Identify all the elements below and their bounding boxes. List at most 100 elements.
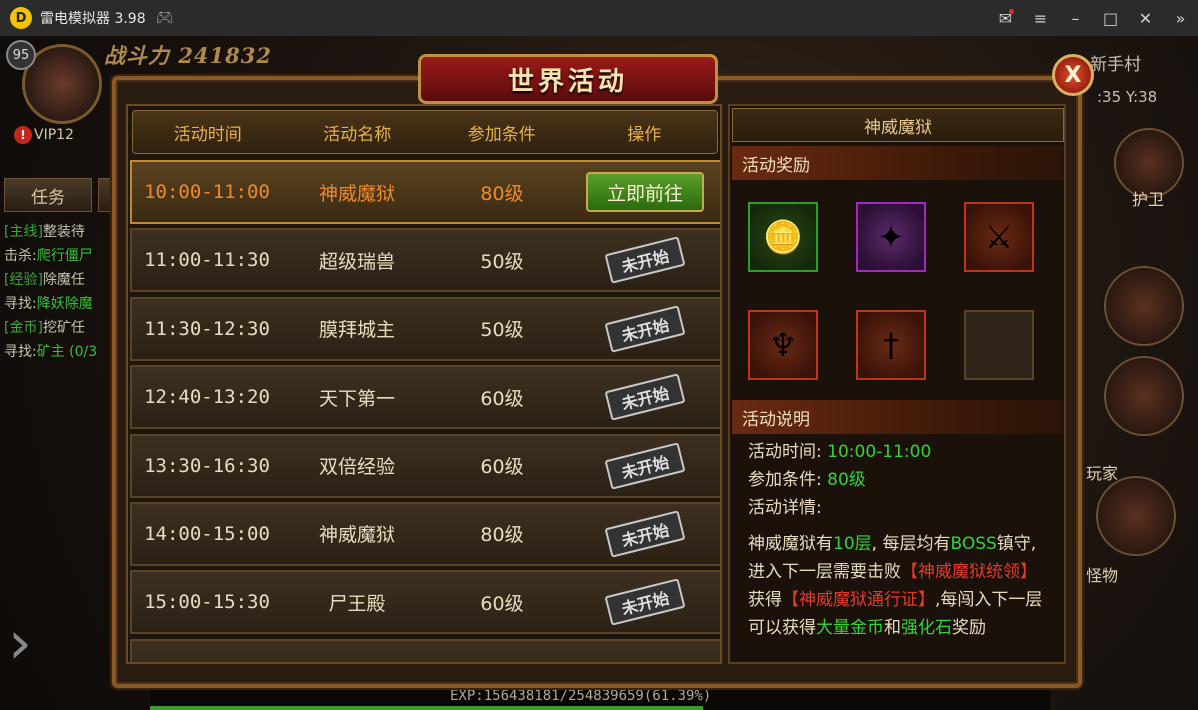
monster-label[interactable]: 怪物 xyxy=(1086,562,1118,586)
quest-line[interactable]: [金币]挖矿任 xyxy=(4,316,120,340)
activity-list-panel: 活动时间 活动名称 参加条件 操作 10:00-11:00 神威魔狱 80级 立… xyxy=(126,104,722,664)
vip-label: VIP12 xyxy=(34,127,74,143)
row-condition: 60级 xyxy=(480,456,524,479)
row-condition: 60级 xyxy=(480,592,524,615)
row-time: 10:00-11:00 xyxy=(144,181,270,203)
row-action: 未开始 xyxy=(572,578,718,627)
alert-icon: ! xyxy=(14,126,32,144)
quest-line[interactable]: 寻找:矿主 (0/3 xyxy=(4,340,120,364)
quest-text: 挖矿任 xyxy=(42,320,85,336)
activity-row[interactable]: 11:00-11:30 超级瑞兽 50级 未开始 xyxy=(130,228,720,293)
skill-slot-2[interactable] xyxy=(1104,356,1184,436)
activity-detail-panel: 神威魔狱 活动奖励 🪙 ✦ ⚔ ♆ † 活动说明 活动时间: 10:00-11:… xyxy=(728,104,1066,664)
reward-section-header: 活动奖励 xyxy=(732,146,1064,180)
row-action: 未开始 xyxy=(572,373,718,421)
row-condition: 50级 xyxy=(480,250,524,273)
header-operation: 操作 xyxy=(627,124,662,145)
quest-tag: [经验] xyxy=(4,272,43,288)
desc-part: 获得 xyxy=(748,590,782,610)
gem-item-icon[interactable]: ✦ xyxy=(856,202,926,272)
activity-row[interactable]: 15:00-15:30 尸王殿 60级 未开始 xyxy=(130,570,720,635)
expand-sidebar-icon[interactable]: » xyxy=(1163,0,1198,36)
row-name: 膜拜城主 xyxy=(318,319,395,342)
quest-tag: [金币] xyxy=(4,320,43,336)
skill-slot-1[interactable] xyxy=(1104,266,1184,346)
desc-part: BOSS xyxy=(950,534,997,554)
quest-tracker: [主线]整装待 击杀:爬行僵尸 [经验]除魔任 寻找:降妖除魔 [金币]挖矿任 … xyxy=(4,220,120,364)
activity-row[interactable]: 10:00-11:00 神威魔狱 80级 立即前往 xyxy=(130,160,720,224)
quest-line[interactable]: 击杀:爬行僵尸 xyxy=(4,244,120,268)
activity-description: 神威魔狱有10层, 每层均有BOSS镇守, 进入下一层需要击败【神威魔狱统领】获… xyxy=(748,530,1044,642)
not-started-stamp: 未开始 xyxy=(604,510,686,558)
header-name: 活动名称 xyxy=(323,124,392,145)
quest-tag: 寻找: xyxy=(4,296,37,312)
player-level-badge: 95 xyxy=(6,40,36,70)
maximize-icon[interactable]: □ xyxy=(1093,0,1128,36)
minimize-icon[interactable]: – xyxy=(1058,0,1093,36)
row-action: 未开始 xyxy=(572,510,718,558)
quest-tag: 击杀: xyxy=(4,248,37,264)
chevron-right-icon[interactable]: › xyxy=(8,608,48,678)
detail-title: 神威魔狱 xyxy=(732,108,1064,142)
quest-text: 爬行僵尸 xyxy=(36,248,93,264)
desc-part: 10层 xyxy=(833,534,872,554)
row-name: 超级瑞兽 xyxy=(318,250,395,273)
activity-row[interactable]: 13:30-16:30 双倍经验 60级 未开始 xyxy=(130,433,720,498)
header-condition: 参加条件 xyxy=(467,124,536,145)
task-tab[interactable]: 任务 xyxy=(4,178,92,212)
quest-text: 矿主 (0/3 xyxy=(36,344,98,360)
close-window-icon[interactable]: ✕ xyxy=(1128,0,1163,36)
map-name: 新手村 xyxy=(1090,55,1141,75)
row-time: 15:00-15:30 xyxy=(144,591,270,614)
skill-slot-3[interactable] xyxy=(1096,476,1176,556)
gamepad-icon[interactable]: 🎮︎ xyxy=(156,10,174,26)
exp-text: EXP:156438181/254839659(61.39%) xyxy=(450,688,712,704)
row-name: 神威魔狱 xyxy=(318,524,395,547)
row-name: 神威魔狱 xyxy=(318,182,395,205)
activity-row[interactable]: 11:30-12:30 膜拜城主 50级 未开始 xyxy=(130,296,720,361)
activity-row[interactable]: 14:00-15:00 神威魔狱 80级 未开始 xyxy=(130,501,720,566)
desc-section-header: 活动说明 xyxy=(732,400,1064,434)
header-time: 活动时间 xyxy=(173,124,242,145)
desc-part: 和 xyxy=(884,618,901,638)
empty-item-slot xyxy=(964,310,1034,380)
desc-part: 奖励 xyxy=(952,618,986,638)
app-logo-icon: D xyxy=(10,7,32,29)
quest-line[interactable]: [主线]整装待 xyxy=(4,220,120,244)
desc-part: , 每层均有 xyxy=(871,534,951,554)
activity-row-partial[interactable] xyxy=(130,638,720,662)
power-label: 战斗力 xyxy=(104,43,170,68)
go-now-button[interactable]: 立即前往 xyxy=(586,172,704,212)
close-dialog-button[interactable]: X xyxy=(1052,54,1094,96)
exp-bar: EXP:156438181/254839659(61.39%) xyxy=(150,686,1050,710)
title-bar: D 雷电模拟器 3.98 🎮︎ ✉ ≡ – □ ✕ » xyxy=(0,0,1198,36)
time-value: 10:00-11:00 xyxy=(827,442,932,462)
row-action: 立即前往 xyxy=(572,172,718,212)
trident-item-icon[interactable]: ♆ xyxy=(748,310,818,380)
menu-icon[interactable]: ≡ xyxy=(1023,0,1058,36)
row-condition: 80级 xyxy=(480,182,524,205)
row-condition: 60级 xyxy=(480,387,524,410)
vip-badge[interactable]: ! VIP12 xyxy=(14,126,74,144)
quest-line[interactable]: 寻找:降妖除魔 xyxy=(4,292,120,316)
sword-item-icon[interactable]: † xyxy=(856,310,926,380)
quest-text: 整装待 xyxy=(42,224,85,240)
not-started-stamp: 未开始 xyxy=(604,305,686,353)
gold-coins-item-icon[interactable]: 🪙 xyxy=(748,202,818,272)
mail-icon[interactable]: ✉ xyxy=(988,0,1023,36)
quest-line[interactable]: [经验]除魔任 xyxy=(4,268,120,292)
combat-power: 战斗力 241832 xyxy=(104,40,272,70)
activity-row[interactable]: 12:40-13:20 天下第一 60级 未开始 xyxy=(130,365,720,430)
time-label: 活动时间: xyxy=(748,442,822,462)
condition-line: 参加条件: 80级 xyxy=(748,468,866,492)
row-time: 12:40-13:20 xyxy=(144,386,270,409)
desc-part: 神威魔狱有 xyxy=(748,534,833,554)
player-label[interactable]: 玩家 xyxy=(1086,460,1118,484)
row-action: 未开始 xyxy=(572,441,718,490)
not-started-stamp: 未开始 xyxy=(604,578,686,627)
not-started-stamp: 未开始 xyxy=(604,441,686,490)
not-started-stamp: 未开始 xyxy=(604,373,686,421)
row-name: 双倍经验 xyxy=(318,456,395,479)
blade-item-icon[interactable]: ⚔ xyxy=(964,202,1034,272)
row-name: 尸王殿 xyxy=(328,592,386,615)
